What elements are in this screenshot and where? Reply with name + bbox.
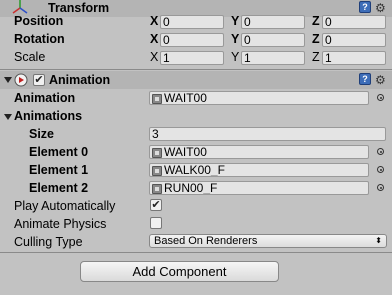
object-picker-icon[interactable] (377, 94, 384, 101)
element-1-value: WALK00_F (164, 163, 225, 177)
animations-foldout-icon[interactable] (4, 114, 12, 120)
culling-type-dropdown[interactable]: Based On Renderers ⬍ (149, 234, 387, 248)
transform-title: Transform (48, 1, 110, 15)
element-0-field[interactable]: WAIT00 (149, 145, 369, 159)
help-icon[interactable]: ? (359, 1, 371, 13)
scale-z-field[interactable]: 1 (322, 51, 386, 65)
element-0-value: WAIT00 (164, 145, 207, 159)
rotation-z-field[interactable]: 0 (322, 33, 386, 47)
object-picker-icon[interactable] (377, 148, 384, 155)
animation-clip-icon (152, 184, 162, 194)
play-automatically-checkbox[interactable]: ✔ (150, 199, 162, 211)
scale-x-field[interactable]: 1 (160, 51, 224, 65)
rotation-x-label[interactable]: X (150, 32, 158, 46)
animation-clip-field[interactable]: WAIT00 (149, 91, 369, 105)
animation-header[interactable]: ✔ Animation ? ⚙ (0, 71, 392, 89)
gear-icon[interactable]: ⚙ (375, 74, 386, 86)
animation-clip-value: WAIT00 (164, 91, 207, 105)
rotation-label: Rotation (14, 32, 65, 46)
culling-type-value: Based On Renderers (154, 235, 258, 247)
animation-title: Animation (49, 73, 111, 87)
element-1-label: Element 1 (29, 163, 89, 177)
size-field[interactable]: 3 (149, 127, 386, 141)
object-picker-icon[interactable] (377, 166, 384, 173)
transform-axes-icon (12, 0, 28, 14)
animation-clip-icon (152, 94, 162, 104)
animation-clip-label: Animation (14, 91, 76, 105)
rotation-y-field[interactable]: 0 (241, 33, 305, 47)
help-icon[interactable]: ? (359, 73, 371, 85)
animations-label[interactable]: Animations (14, 109, 82, 123)
section-divider (0, 69, 392, 70)
dropdown-arrows-icon: ⬍ (375, 236, 382, 245)
play-automatically-label: Play Automatically (14, 199, 116, 213)
scale-label: Scale (14, 50, 46, 64)
position-y-label[interactable]: Y (231, 14, 239, 28)
position-label: Position (14, 14, 64, 28)
object-picker-icon[interactable] (377, 184, 384, 191)
animation-clip-icon (152, 166, 162, 176)
position-z-label[interactable]: Z (312, 14, 320, 28)
animate-physics-label: Animate Physics (14, 217, 107, 231)
position-x-field[interactable]: 0 (160, 15, 224, 29)
position-z-field[interactable]: 0 (322, 15, 386, 29)
gear-icon[interactable]: ⚙ (375, 2, 386, 14)
culling-type-label: Culling Type (14, 235, 83, 249)
scale-x-label[interactable]: X (150, 50, 158, 64)
scale-y-field[interactable]: 1 (241, 51, 305, 65)
element-2-field[interactable]: RUN00_F (149, 181, 369, 195)
animation-enabled-checkbox[interactable]: ✔ (33, 74, 45, 86)
add-component-button[interactable]: Add Component (80, 261, 279, 282)
rotation-x-field[interactable]: 0 (160, 33, 224, 47)
section-divider (0, 252, 392, 253)
size-label: Size (29, 127, 55, 141)
animate-physics-checkbox[interactable] (150, 217, 162, 229)
rotation-z-label[interactable]: Z (312, 32, 320, 46)
element-2-value: RUN00_F (164, 181, 218, 195)
animation-clip-icon (152, 148, 162, 158)
scale-z-label[interactable]: Z (312, 50, 320, 64)
position-y-field[interactable]: 0 (241, 15, 305, 29)
position-x-label[interactable]: X (150, 14, 158, 28)
element-1-field[interactable]: WALK00_F (149, 163, 369, 177)
animation-component-icon (14, 73, 28, 87)
element-0-label: Element 0 (29, 145, 89, 159)
foldout-arrow-icon[interactable] (4, 77, 12, 83)
scale-y-label[interactable]: Y (231, 50, 239, 64)
rotation-y-label[interactable]: Y (231, 32, 239, 46)
element-2-label: Element 2 (29, 181, 89, 195)
